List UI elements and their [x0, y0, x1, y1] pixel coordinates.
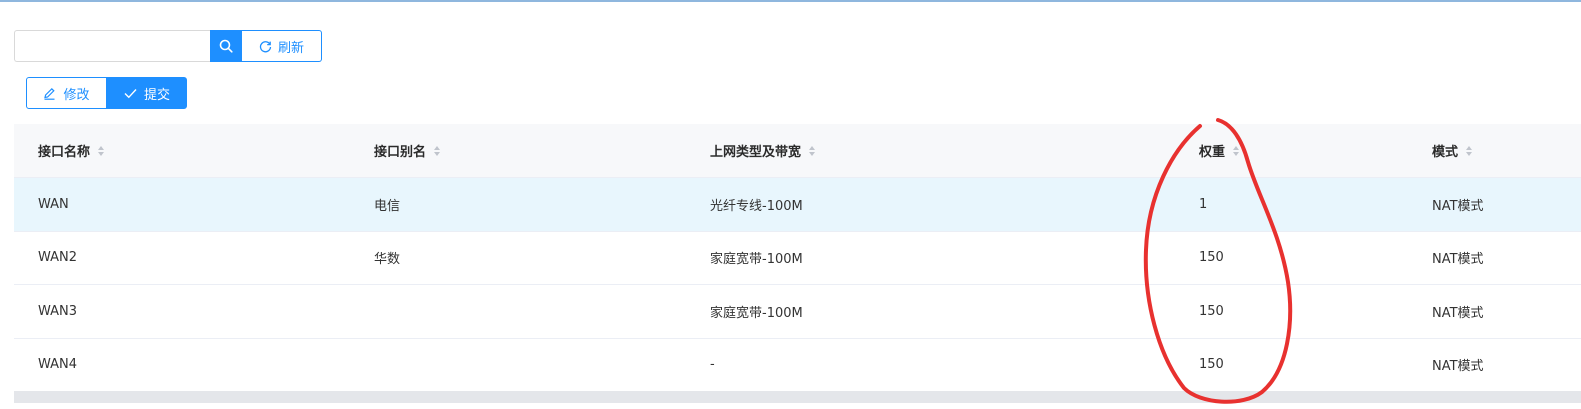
cell-interface-name: WAN: [38, 196, 69, 212]
cell-interface-name: WAN4: [38, 357, 78, 373]
header-weight[interactable]: 权重: [1176, 141, 1409, 160]
refresh-icon: [259, 40, 272, 52]
cell-interface-name: WAN2: [38, 250, 78, 266]
refresh-button[interactable]: 刷新: [242, 30, 322, 62]
sort-icon[interactable]: [434, 145, 441, 156]
submit-button[interactable]: 提交: [107, 77, 187, 109]
sort-icon[interactable]: [809, 145, 816, 156]
action-buttons: 修改 提交: [26, 77, 187, 109]
table-row[interactable]: WAN3 家庭宽带-100M 150 NAT模式: [14, 285, 1581, 339]
search-icon: [219, 39, 233, 53]
cell-weight: 150: [1199, 303, 1224, 319]
search-input[interactable]: [14, 30, 210, 62]
edit-icon: [44, 87, 56, 100]
header-mode[interactable]: 模式: [1409, 141, 1581, 160]
cell-mode: NAT模式: [1432, 359, 1484, 375]
top-border: [0, 0, 1581, 2]
header-interface-alias[interactable]: 接口别名: [350, 141, 686, 160]
table-row[interactable]: WAN2 华数 家庭宽带-100M 150 NAT模式: [14, 231, 1581, 285]
cell-mode: NAT模式: [1432, 305, 1484, 321]
search-button[interactable]: [210, 30, 242, 62]
sort-icon[interactable]: [98, 145, 105, 156]
interface-table: 接口名称 接口别名 上网类型及带宽 权重 模式 WAN 电信 光纤专线-100M…: [14, 124, 1581, 392]
cell-interface-alias: 华数: [374, 252, 401, 268]
check-icon: [124, 88, 137, 98]
edit-label: 修改: [63, 87, 90, 103]
cell-connection-type: 家庭宽带-100M: [710, 252, 803, 268]
cell-interface-name: WAN3: [38, 303, 78, 319]
header-connection-type[interactable]: 上网类型及带宽: [686, 141, 1176, 160]
cell-connection-type: 家庭宽带-100M: [710, 305, 803, 321]
cell-connection-type: -: [710, 357, 715, 373]
cell-interface-alias: 电信: [374, 198, 401, 214]
edit-button[interactable]: 修改: [26, 77, 107, 109]
submit-label: 提交: [143, 87, 170, 103]
header-interface-name[interactable]: 接口名称: [14, 141, 350, 160]
sort-icon[interactable]: [1233, 145, 1240, 156]
sort-icon[interactable]: [1466, 145, 1473, 156]
table-header: 接口名称 接口别名 上网类型及带宽 权重 模式: [14, 124, 1581, 178]
cell-mode: NAT模式: [1432, 198, 1484, 214]
search-bar: 刷新: [14, 30, 322, 62]
cell-weight: 150: [1199, 357, 1224, 373]
table-row[interactable]: WAN4 - 150 NAT模式: [14, 338, 1581, 392]
cell-connection-type: 光纤专线-100M: [710, 198, 803, 214]
cell-weight: 1: [1199, 196, 1208, 212]
cell-mode: NAT模式: [1432, 252, 1484, 268]
horizontal-scrollbar[interactable]: [14, 391, 1581, 403]
refresh-label: 刷新: [277, 40, 304, 56]
cell-weight: 150: [1199, 250, 1224, 266]
table-row[interactable]: WAN 电信 光纤专线-100M 1 NAT模式: [14, 178, 1581, 232]
